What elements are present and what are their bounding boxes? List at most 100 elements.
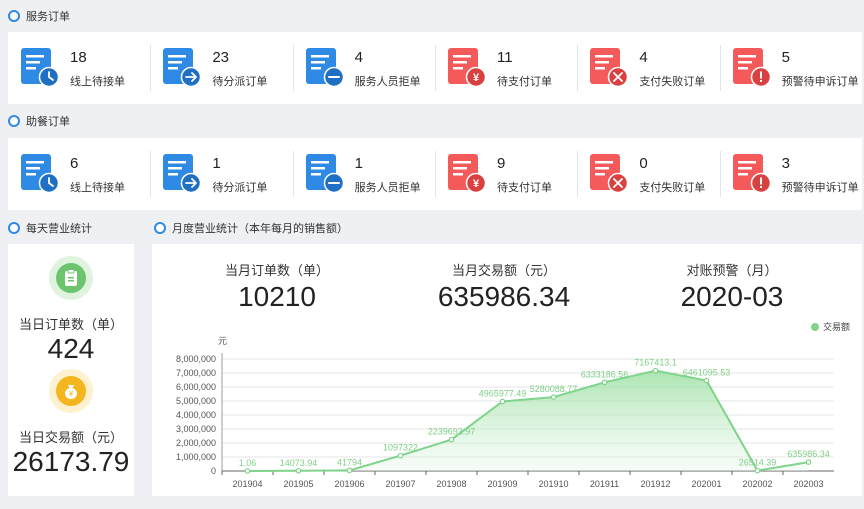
data-point [754,467,761,474]
stat-text: 11 待支付订单 [497,48,552,89]
stat-label: 待支付订单 [496,75,552,88]
stat-label: 服务人员拒单 [354,181,421,194]
stat-text: 3 预警待申诉订单 [782,154,859,195]
data-point [703,377,710,384]
stat-card-2[interactable]: 1 待分派订单 [150,138,292,210]
stat-label: 支付失败订单 [639,75,706,88]
data-point [244,468,251,474]
y-tick-label: 4,000,000 [176,410,216,420]
svg-text:¥: ¥ [68,390,74,399]
y-tick-label: 2,000,000 [176,438,216,448]
stat-text: 23 待分派订单 [212,48,267,89]
x-tick-label: 201905 [283,479,313,489]
stat-value: 4 [354,48,363,66]
x-tick-label: 201911 [590,479,619,489]
section-ring-icon [8,10,20,22]
stat-card-4[interactable]: ¥ 11 待支付订单 [434,32,577,104]
y-axis-label: 元 [218,336,227,346]
stat-card-4[interactable]: ¥ 9 待支付订单 [434,138,577,210]
y-tick-label: 0 [211,466,216,476]
stat-label: 预警待申诉订单 [781,75,859,88]
stat-card-1[interactable]: 6 线上待接单 [8,138,150,210]
stat-value: 4 [639,48,648,66]
y-tick-label: 8,000,000 [176,354,216,364]
data-label: 2239693.97 [428,427,476,437]
daily-orders-value: 424 [47,333,95,364]
stat-card-5[interactable]: 4 支付失败订单 [577,32,719,104]
data-label: 14073.94 [280,458,318,468]
stat-card-3[interactable]: 4 服务人员拒单 [292,32,435,104]
stat-label: 服务人员拒单 [354,75,421,88]
data-label: 7167413.1 [634,358,677,368]
data-label: 4965977.49 [479,388,527,398]
y-tick-label: 3,000,000 [176,424,216,434]
stat-text: 1 服务人员拒单 [355,154,421,195]
cross-doc-icon [589,152,629,196]
data-label: 6333186.56 [581,369,629,379]
minus-doc-icon [305,46,345,90]
service-orders-row: 18 线上待接单 23 待分派订单 4 服务人员拒单 ¥ 11 待支付订单 4 支付 [8,32,862,104]
monthly-revenue-chart: 元 0 1,000,000 2,000,000 3,000,000 4,000,000 5,… [176,336,834,489]
data-label: 41794 [337,457,362,467]
stat-text: 18 线上待接单 [70,48,125,89]
stat-value: 6 [70,154,79,172]
stat-label: 线上待接单 [70,75,125,88]
daily-revenue-label: 当日交易额（元） [18,430,123,445]
service-orders-title: 服务订单 [8,8,70,24]
stat-card-5[interactable]: 0 支付失败订单 [577,138,719,210]
stat-text: 6 线上待接单 [70,154,125,195]
x-tick-label: 201907 [385,479,415,489]
stat-text: 4 支付失败订单 [639,48,705,89]
stat-value: 11 [496,48,513,66]
daily-orders-label: 当日订单数（单） [18,317,123,332]
daily-stats-title: 每天营业统计 [8,220,92,236]
x-tick-label: 201906 [334,479,364,489]
stat-value: 0 [639,154,648,172]
series-area [247,370,809,471]
daily-stats-panel: 当日订单数（单） 424 ¥ 当日交易额（元） 26173.79 [8,244,134,496]
stat-value: 1 [354,154,363,172]
meal-orders-title: 助餐订单 [8,113,70,129]
clock-doc-icon [20,46,60,90]
data-point [295,468,302,474]
x-tick-label: 201910 [538,479,568,489]
yen-doc-icon: ¥ [447,46,487,90]
arrow-doc-icon [162,46,202,90]
stat-card-2[interactable]: 23 待分派订单 [150,32,292,104]
data-point [448,436,455,443]
alert-doc-icon [732,46,772,90]
y-tick-label: 7,000,000 [176,368,216,378]
stat-text: 5 预警待申诉订单 [782,48,859,89]
stat-value: 1 [212,154,221,172]
x-tick-label: 202002 [742,479,772,489]
data-label: 1097322 [383,443,418,453]
stat-text: 9 待支付订单 [497,154,552,195]
data-label: 6461095.53 [683,368,731,378]
minus-doc-icon [305,152,345,196]
stat-card-3[interactable]: 1 服务人员拒单 [292,138,435,210]
x-tick-label: 202001 [691,479,721,489]
arrow-doc-icon [162,152,202,196]
data-label: 1.06 [239,458,257,468]
data-point [601,379,608,386]
data-point [499,398,506,405]
stat-value: 23 [212,48,230,66]
yen-doc-icon: ¥ [447,152,487,196]
data-point [805,459,812,465]
stat-card-6[interactable]: 3 预警待申诉订单 [719,138,862,210]
section-ring-icon [154,222,166,234]
stat-card-1[interactable]: 18 线上待接单 [8,32,150,104]
clock-doc-icon [20,152,60,196]
monthly-stats-title: 月度营业统计（本年每月的销售额） [154,220,348,236]
stat-value: 5 [781,48,790,66]
money-bag-icon: ¥ [49,369,93,413]
stat-label: 线上待接单 [70,181,125,194]
data-point [550,394,557,400]
x-tick-label: 202003 [793,479,823,489]
stat-card-6[interactable]: 5 预警待申诉订单 [719,32,862,104]
data-point [397,452,404,459]
data-point [652,367,659,374]
section-ring-icon [8,222,20,234]
data-label: 635986.34 [787,449,830,459]
stat-label: 待分派订单 [212,181,268,194]
